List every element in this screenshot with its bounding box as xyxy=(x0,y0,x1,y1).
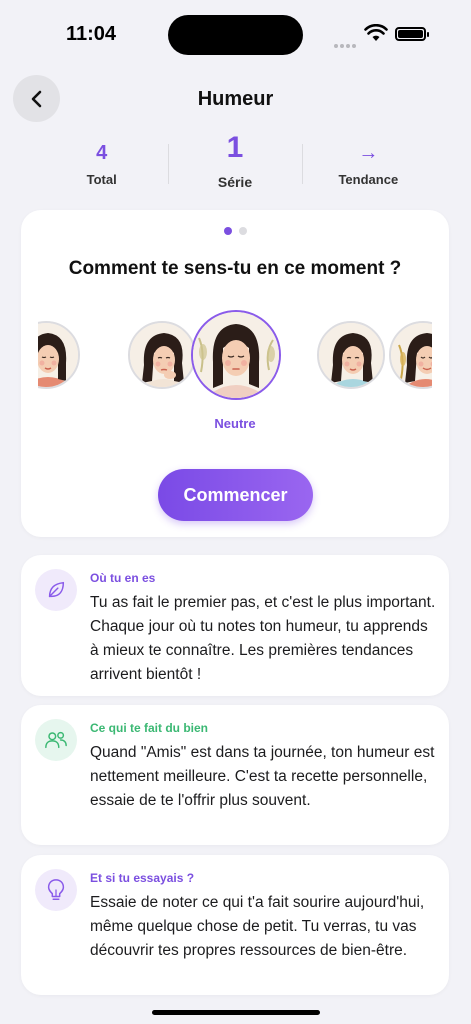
mood-carousel[interactable] xyxy=(38,310,432,400)
cellular-signal-icon xyxy=(334,35,358,53)
stat-total-label: Total xyxy=(86,172,117,187)
page-indicator xyxy=(21,227,449,235)
insight-card-progress: Où tu en es Tu as fait le premier pas, e… xyxy=(21,555,449,696)
insight-card-wellbeing: Ce qui te fait du bien Quand "Amis" est … xyxy=(21,705,449,845)
mood-picker-card: Comment te sens-tu en ce moment ? Neutre… xyxy=(21,210,449,537)
stats-row: 4 Total 1 Série → Tendance xyxy=(35,130,435,200)
insight-title: Et si tu essayais ? xyxy=(90,871,195,885)
stat-streak-value: 1 xyxy=(226,131,244,164)
woman-face-neutral-icon xyxy=(193,312,279,398)
mood-option-face[interactable] xyxy=(389,321,432,389)
selected-mood-label: Neutre xyxy=(214,416,256,431)
status-time: 11:04 xyxy=(66,23,117,45)
woman-face-icon xyxy=(391,323,432,387)
mood-option-face[interactable] xyxy=(38,321,80,389)
stat-total-value: 4 xyxy=(96,142,108,164)
stat-streak: 1 Série xyxy=(168,130,301,200)
stat-trend: → Tendance xyxy=(301,130,435,200)
page-title: Humeur xyxy=(197,88,274,110)
leaf-icon xyxy=(35,569,77,611)
stat-trend-label: Tendance xyxy=(338,172,399,187)
mood-option-selected[interactable] xyxy=(191,310,281,400)
page-dot-1[interactable] xyxy=(223,227,232,235)
stat-total: 4 Total xyxy=(35,130,168,200)
people-icon xyxy=(35,719,77,761)
mood-option-face[interactable] xyxy=(317,321,385,389)
insight-body: Quand "Amis" est dans ta journée, ton hu… xyxy=(90,744,435,809)
battery-icon xyxy=(395,27,429,41)
mood-question: Comment te sens-tu en ce moment ? xyxy=(68,258,402,279)
stat-streak-label: Série xyxy=(217,174,253,190)
woman-face-icon xyxy=(130,323,194,387)
mood-option-face[interactable] xyxy=(128,321,196,389)
start-button[interactable]: Commencer xyxy=(158,469,313,521)
page-dot-2[interactable] xyxy=(238,227,247,235)
woman-face-icon xyxy=(319,323,383,387)
dynamic-island xyxy=(168,15,303,55)
stat-trend-arrow-icon: → xyxy=(358,142,379,164)
insight-body: Tu as fait le premier pas, et c'est le p… xyxy=(90,594,436,683)
wifi-icon xyxy=(364,24,388,41)
lightbulb-icon xyxy=(35,869,77,911)
insight-card-suggestion: Et si tu essayais ? Essaie de noter ce q… xyxy=(21,855,449,995)
status-bar: 11:04 xyxy=(0,0,471,70)
home-indicator[interactable] xyxy=(152,1010,320,1015)
insight-title: Ce qui te fait du bien xyxy=(90,721,209,735)
woman-face-icon xyxy=(38,323,78,387)
insight-title: Où tu en es xyxy=(90,571,156,585)
insight-body: Essaie de noter ce qui t'a fait sourire … xyxy=(90,894,425,959)
